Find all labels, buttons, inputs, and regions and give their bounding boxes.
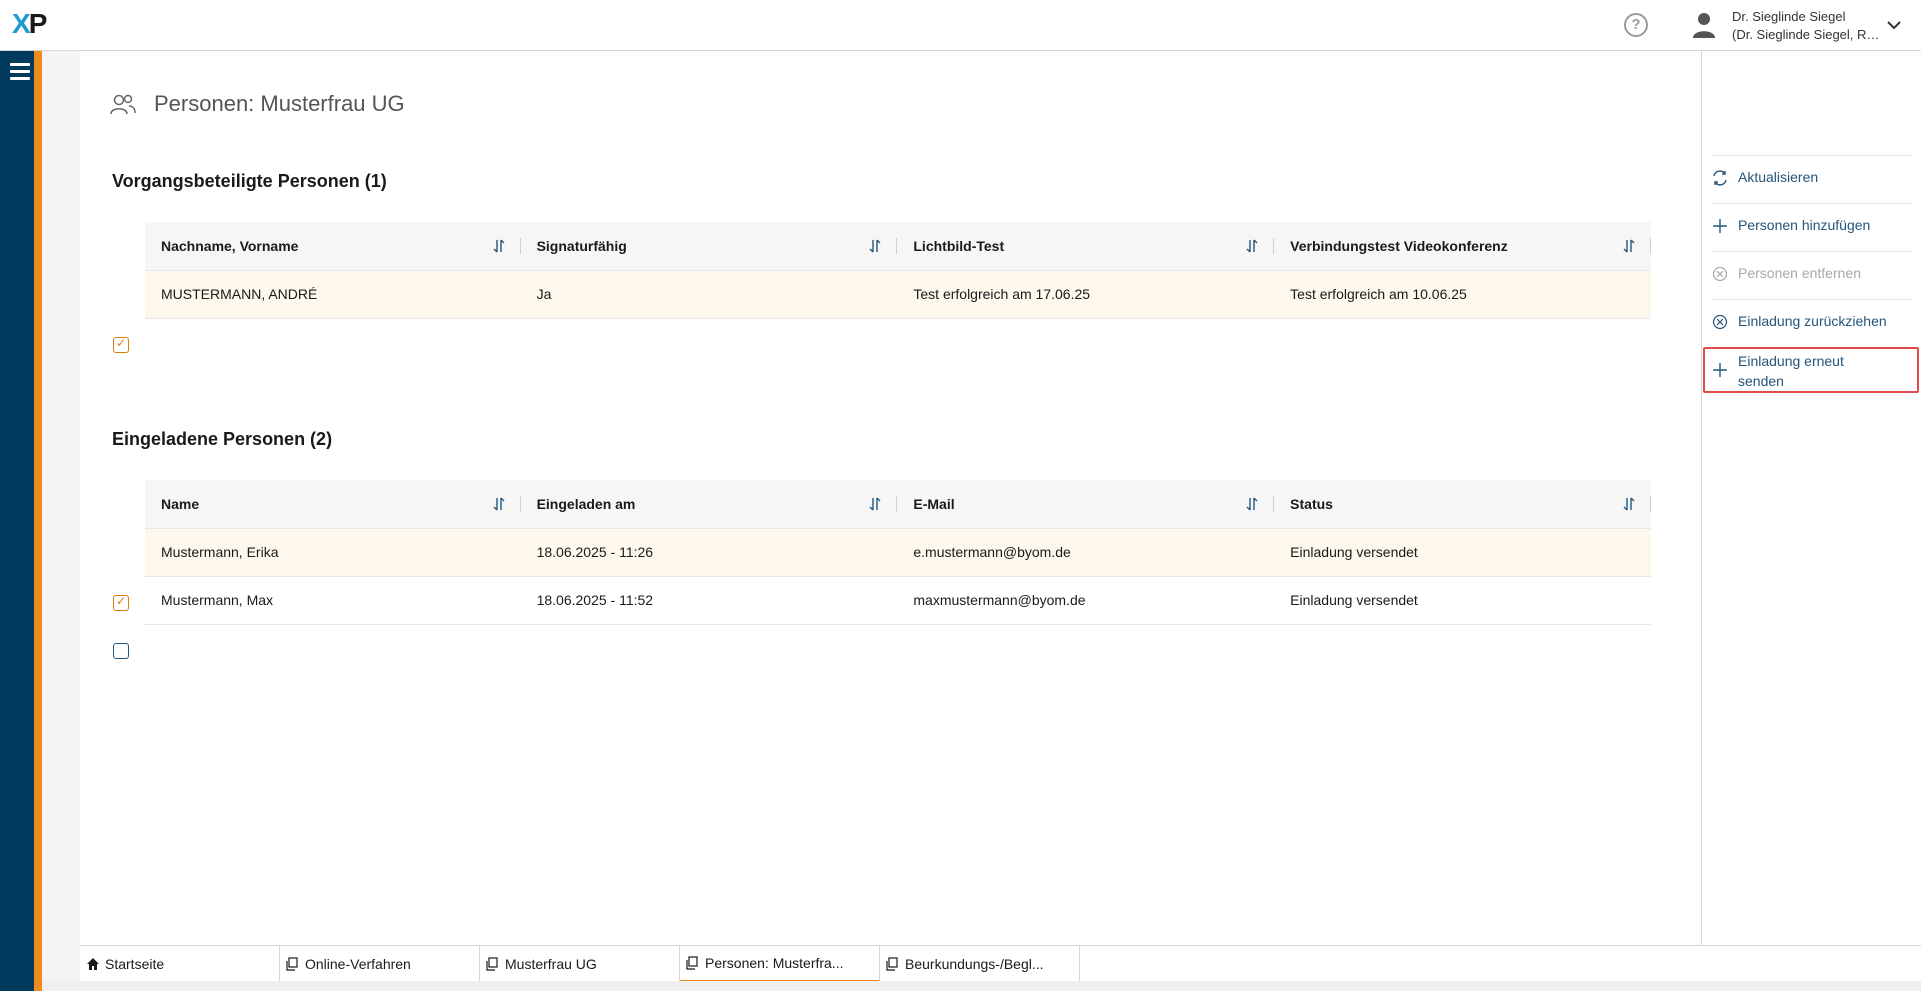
tab-personen[interactable]: Personen: Musterfra... (680, 946, 880, 982)
table-row[interactable]: Mustermann, Max 18.06.2025 - 11:52 maxmu… (145, 576, 1651, 625)
table-row[interactable]: Mustermann, Erika 18.06.2025 - 11:26 e.m… (145, 528, 1651, 577)
column-header[interactable]: Nachname, Vorname (145, 222, 521, 271)
sort-icon[interactable] (1246, 238, 1258, 254)
column-header[interactable]: Lichtbild-Test (897, 222, 1275, 271)
tab-online-verfahren[interactable]: Online-Verfahren (280, 946, 480, 982)
row-checkbox[interactable] (113, 643, 129, 659)
sort-icon[interactable] (869, 238, 881, 254)
tab-beurkundung[interactable]: Beurkundungs-/Begl... (880, 946, 1080, 982)
sort-icon[interactable] (493, 496, 505, 512)
column-header[interactable]: Status (1274, 480, 1651, 529)
document-icon (286, 957, 298, 971)
app-logo[interactable]: XP (12, 8, 62, 40)
content-gutter (42, 51, 80, 991)
column-header[interactable]: Eingeladen am (520, 480, 898, 529)
participants-section-title: Vorgangsbeteiligte Personen (1) (112, 171, 387, 191)
page-title: Personen: Musterfrau UG (154, 91, 405, 116)
sort-icon[interactable] (869, 496, 881, 512)
sort-icon[interactable] (1623, 496, 1635, 512)
tab-startseite[interactable]: Startseite (80, 946, 280, 982)
help-icon[interactable]: ? (1624, 13, 1648, 37)
menu-icon[interactable] (10, 63, 30, 81)
left-navigation (0, 51, 42, 991)
row-checkbox[interactable] (113, 336, 129, 353)
document-icon (486, 957, 498, 971)
home-icon (87, 958, 99, 970)
circle-x-icon (1712, 314, 1728, 330)
user-name[interactable]: Dr. Sieglinde Siegel (1732, 8, 1845, 25)
highlight-box (1703, 347, 1919, 393)
action-panel: Aktualisieren Personen hinzufügen Person… (1701, 51, 1921, 945)
status-strip (42, 981, 1921, 991)
remove-persons-button[interactable]: Personen entfernen (1712, 265, 1912, 282)
column-header[interactable]: Name (145, 480, 521, 529)
withdraw-invitation-button[interactable]: Einladung zurückziehen (1712, 313, 1912, 330)
main-content: Personen: Musterfrau UG Vorgangsbeteilig… (80, 51, 1701, 945)
sort-icon[interactable] (493, 238, 505, 254)
participants-table: Nachname, Vorname Signaturfähig Lichtbil… (145, 222, 1651, 319)
invited-section-title: Eingeladene Personen (2) (112, 429, 333, 449)
column-header[interactable]: Signaturfähig (520, 222, 898, 271)
top-header: XP ? Dr. Sieglinde Siegel (Dr. Sieglinde… (0, 0, 1921, 51)
tab-bar: Startseite Online-Verfahren Musterfrau U… (80, 945, 1921, 982)
accent-stripe (34, 51, 42, 991)
table-row[interactable]: MUSTERMANN, ANDRÉ Ja Test erfolgreich am… (145, 270, 1651, 319)
tab-musterfrau-ug[interactable]: Musterfrau UG (480, 946, 680, 982)
user-avatar-icon[interactable] (1692, 12, 1716, 38)
add-persons-button[interactable]: Personen hinzufügen (1712, 217, 1912, 234)
refresh-button[interactable]: Aktualisieren (1712, 169, 1912, 186)
document-icon (886, 957, 898, 971)
column-header[interactable]: E-Mail (897, 480, 1275, 529)
sort-icon[interactable] (1623, 238, 1635, 254)
chevron-down-icon[interactable] (1885, 16, 1903, 34)
user-subtitle[interactable]: (Dr. Sieglinde Siegel, Re... (1732, 26, 1882, 43)
plus-icon (1713, 219, 1727, 233)
invited-table: Name Eingeladen am E-Mail Status Musterm… (145, 480, 1651, 625)
column-header[interactable]: Verbindungstest Videokonferenz (1274, 222, 1651, 271)
people-icon (110, 94, 136, 115)
document-icon (686, 956, 698, 970)
page-header: Personen: Musterfrau UG (110, 91, 405, 117)
circle-x-icon (1712, 266, 1728, 282)
row-checkbox[interactable] (113, 594, 129, 611)
sort-icon[interactable] (1246, 496, 1258, 512)
refresh-icon (1713, 170, 1727, 186)
